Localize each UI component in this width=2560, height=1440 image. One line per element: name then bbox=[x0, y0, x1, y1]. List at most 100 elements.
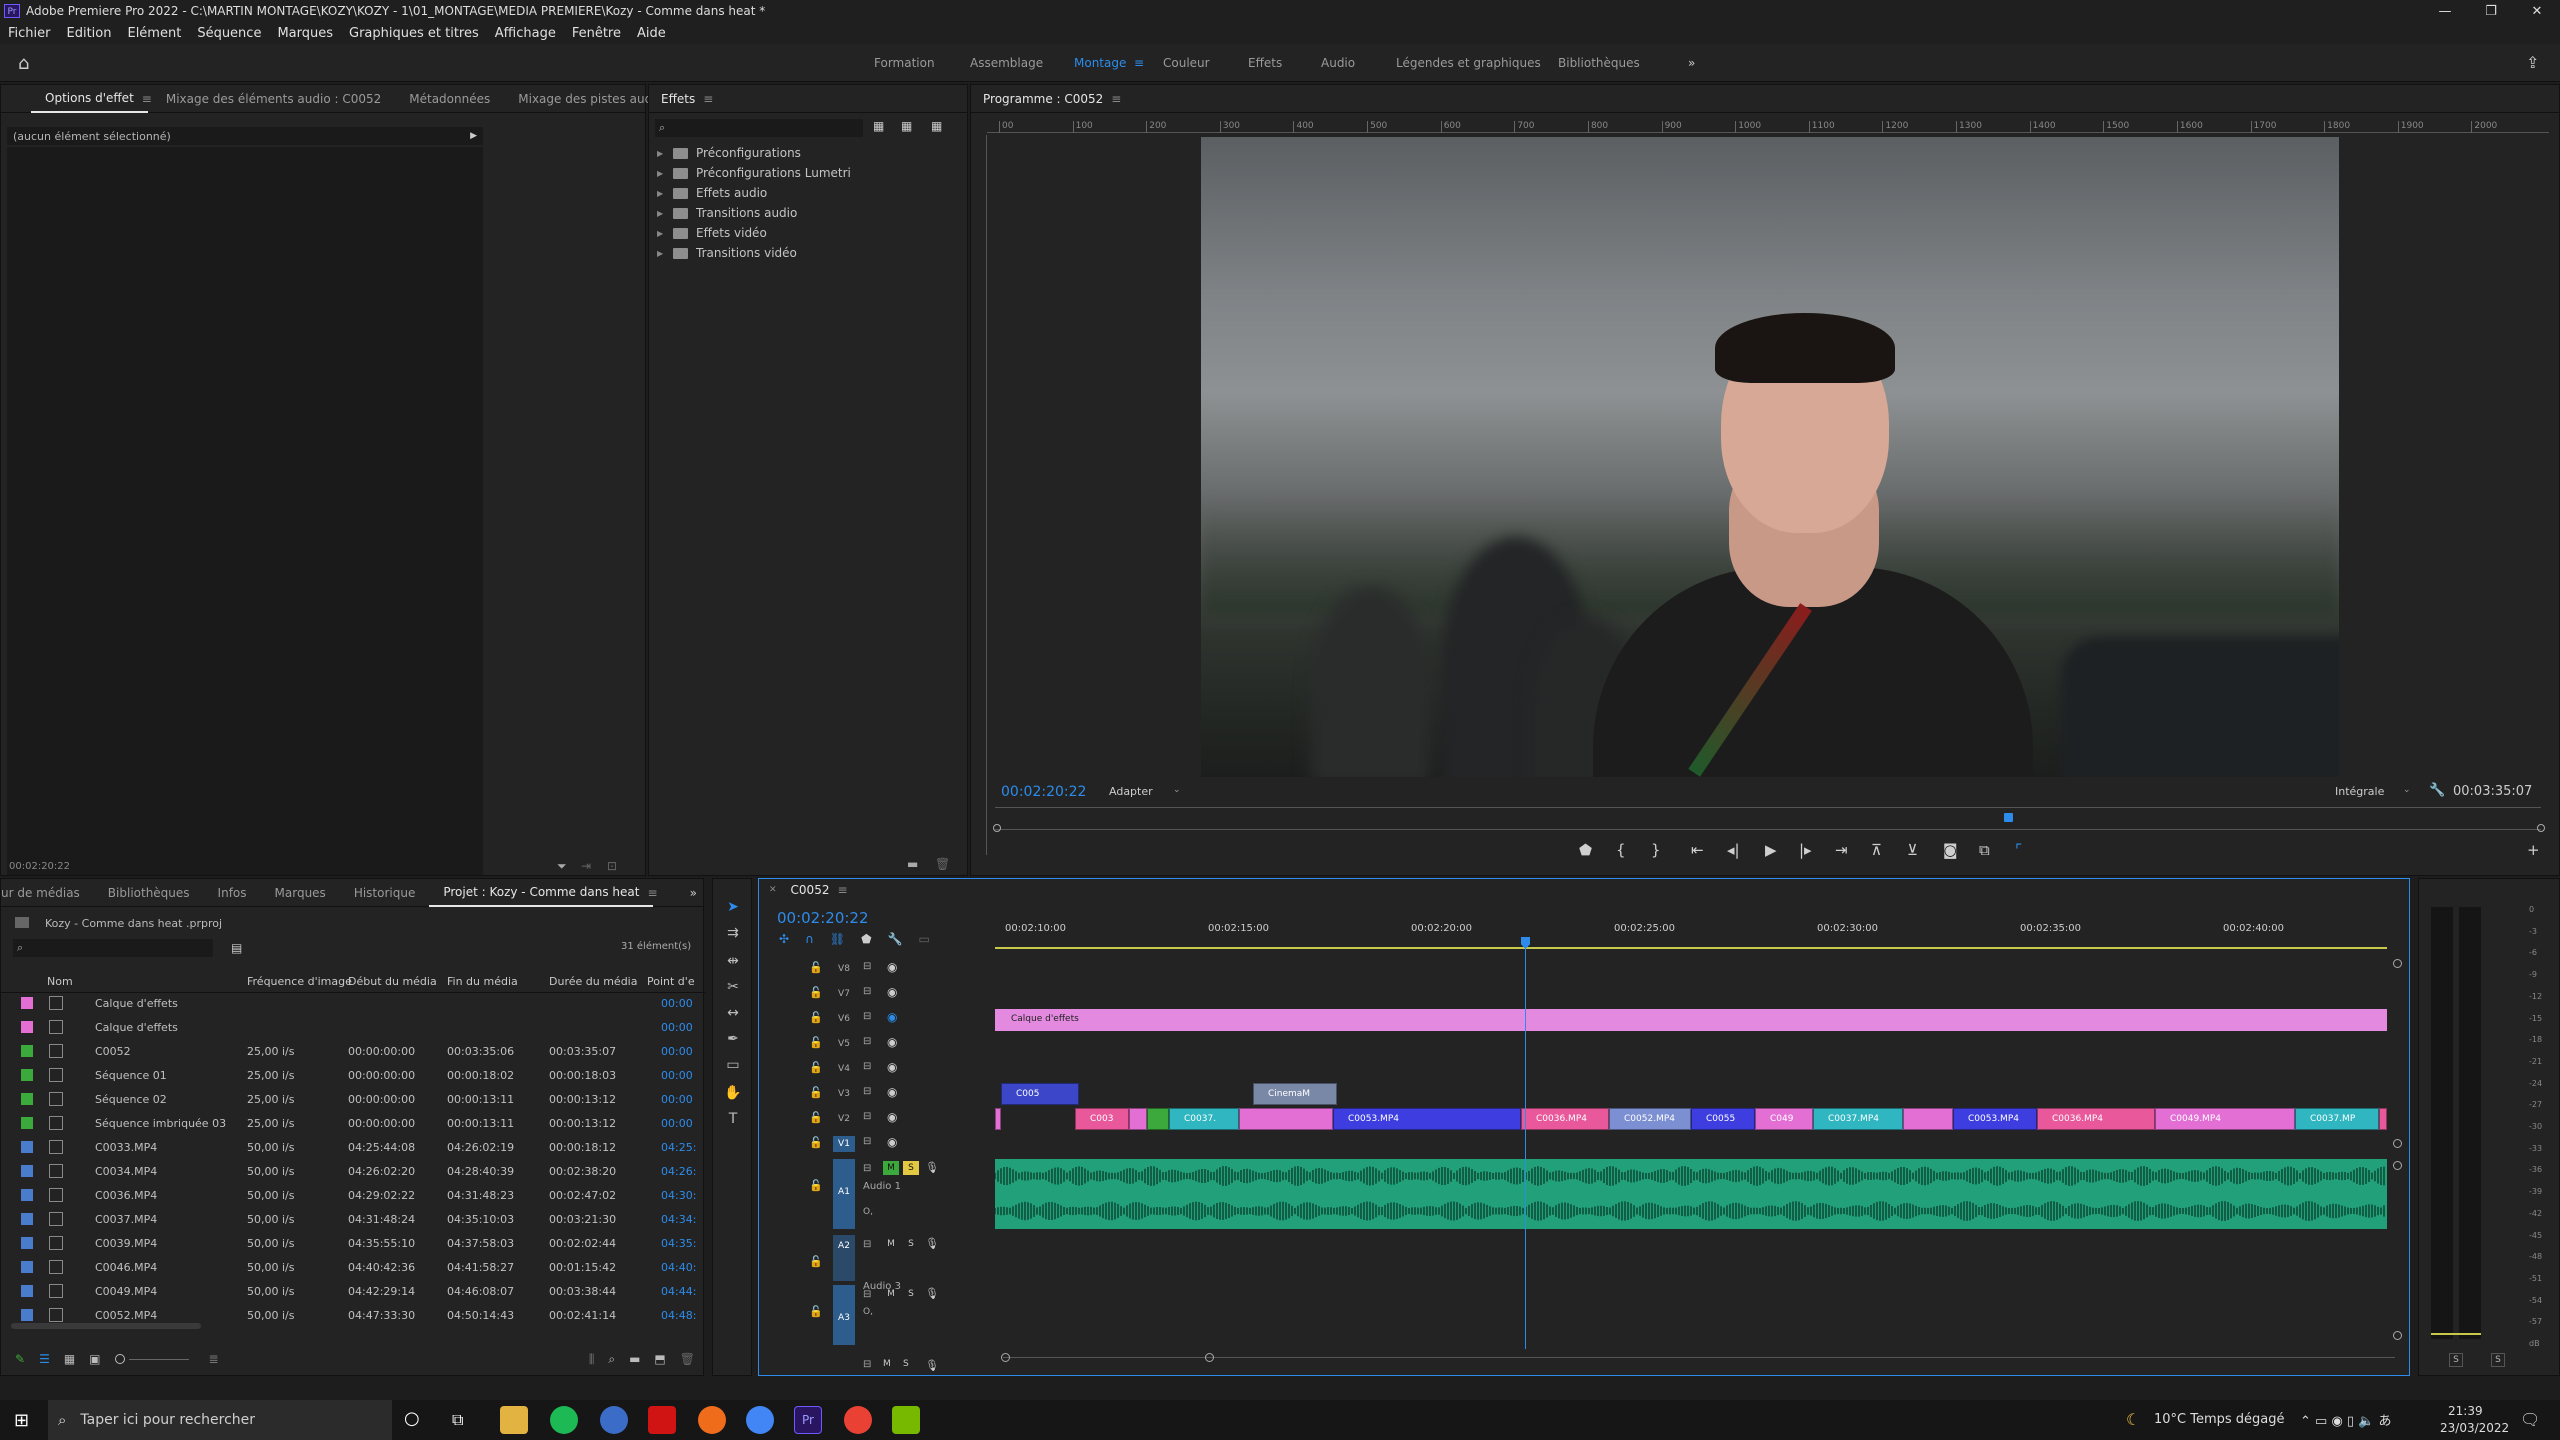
track-lock-icon[interactable]: 🔓 bbox=[809, 1111, 823, 1124]
track-sync-icon[interactable]: ⊟ bbox=[863, 1011, 871, 1022]
project-row[interactable]: C0036.MP4 50,00 i/s 04:29:02:22 04:31:48:23… bbox=[1, 1183, 705, 1207]
menu-sequence[interactable]: Séquence bbox=[189, 26, 269, 41]
vscroll-handle[interactable] bbox=[2393, 1331, 2402, 1340]
microphone-icon[interactable]: 🎙 bbox=[925, 1161, 939, 1174]
track-lock-icon[interactable]: 🔓 bbox=[809, 1036, 823, 1049]
track-name-v2[interactable]: V2 bbox=[833, 1111, 855, 1127]
label-color-swatch[interactable] bbox=[21, 1117, 33, 1129]
microphone-icon[interactable]: 🎙 bbox=[925, 1237, 939, 1250]
horizontal-scrollbar[interactable] bbox=[11, 1323, 201, 1329]
slip-tool-icon[interactable]: ↔ bbox=[723, 1005, 743, 1025]
label-color-swatch[interactable] bbox=[21, 1285, 33, 1297]
playhead-marker[interactable] bbox=[2004, 813, 2013, 822]
add-button-icon[interactable]: + bbox=[2527, 841, 2540, 859]
track-lock-icon[interactable]: 🔓 bbox=[809, 1136, 823, 1149]
clip-v2[interactable]: C0049.MP4 bbox=[2155, 1108, 2295, 1130]
track-name-v8[interactable]: V8 bbox=[833, 961, 855, 977]
workspace-formation[interactable]: Formation bbox=[874, 56, 935, 70]
zoom-handle-right[interactable] bbox=[1205, 1353, 1214, 1362]
work-area-bar[interactable] bbox=[995, 947, 2387, 949]
track-sync-icon[interactable]: ⊟ bbox=[863, 1163, 871, 1174]
track-sync-icon[interactable]: ⊟ bbox=[863, 1359, 871, 1370]
vscroll-handle[interactable] bbox=[2393, 959, 2402, 968]
clip-v2[interactable]: C0036.MP4 bbox=[1521, 1108, 1609, 1130]
eye-icon[interactable]: ◉ bbox=[887, 1135, 897, 1149]
clip-v2-segment[interactable] bbox=[1239, 1108, 1333, 1130]
rectangle-tool-icon[interactable]: ▭ bbox=[723, 1057, 743, 1077]
project-row[interactable]: C0049.MP4 50,00 i/s 04:42:29:14 04:46:08:07… bbox=[1, 1279, 705, 1303]
notification-icon[interactable]: 🗨 bbox=[2520, 1410, 2540, 1429]
lift-icon[interactable]: ⊼ bbox=[1871, 841, 1882, 859]
label-color-swatch[interactable] bbox=[21, 1045, 33, 1057]
track-lock-icon[interactable]: 🔓 bbox=[809, 1179, 823, 1192]
panel-menu-icon[interactable]: ≡ bbox=[142, 92, 152, 106]
solo-left-button[interactable]: S bbox=[2449, 1353, 2463, 1367]
project-row[interactable]: Séquence imbriquée 03 25,00 i/s 00:00:00:0… bbox=[1, 1111, 705, 1135]
firefox-icon[interactable] bbox=[698, 1406, 726, 1434]
clip-v2[interactable]: C003 bbox=[1075, 1108, 1129, 1130]
track-sync-icon[interactable]: ⊟ bbox=[863, 1111, 871, 1122]
label-color-swatch[interactable] bbox=[21, 1165, 33, 1177]
eye-icon[interactable]: ◉ bbox=[887, 1060, 897, 1074]
timeline-playhead[interactable] bbox=[1525, 937, 1526, 1349]
track-lock-icon[interactable]: 🔓 bbox=[809, 1061, 823, 1074]
col-duree[interactable]: Durée du média bbox=[549, 975, 637, 988]
clip-v2-segment[interactable] bbox=[1129, 1108, 1147, 1130]
nest-icon[interactable]: ✣ bbox=[779, 932, 789, 946]
sync-lock-label[interactable]: O, bbox=[863, 1307, 873, 1317]
ripple-edit-icon[interactable]: ⇹ bbox=[723, 953, 743, 973]
workspace-audio[interactable]: Audio bbox=[1321, 56, 1355, 70]
freeform-view-icon[interactable]: ▣ bbox=[89, 1352, 100, 1366]
chrome-icon[interactable] bbox=[746, 1406, 774, 1434]
menu-affichage[interactable]: Affichage bbox=[487, 26, 564, 41]
eye-icon[interactable]: ◉ bbox=[887, 960, 897, 974]
menu-element[interactable]: Elément bbox=[119, 26, 189, 41]
track-sync-icon[interactable]: ⊟ bbox=[863, 1136, 871, 1147]
workspace-assemblage[interactable]: Assemblage bbox=[970, 56, 1043, 70]
track-name-v6[interactable]: V6 bbox=[833, 1011, 855, 1027]
zoom-handle-right[interactable] bbox=[2537, 824, 2545, 832]
track-lock-icon[interactable]: 🔓 bbox=[809, 1255, 823, 1268]
tab-programme[interactable]: Programme : C0052 bbox=[971, 92, 1117, 106]
project-row[interactable]: Séquence 02 25,00 i/s 00:00:00:00 00:00:13:… bbox=[1, 1087, 705, 1111]
clip-v2-segment[interactable] bbox=[1903, 1108, 1953, 1130]
menu-edition[interactable]: Edition bbox=[59, 26, 120, 41]
type-tool-icon[interactable]: T bbox=[723, 1111, 743, 1131]
label-color-swatch[interactable] bbox=[21, 1141, 33, 1153]
label-color-swatch[interactable] bbox=[21, 1213, 33, 1225]
track-sync-icon[interactable]: ⊟ bbox=[863, 1036, 871, 1047]
track-name-v3[interactable]: V3 bbox=[833, 1086, 855, 1102]
col-debut[interactable]: Début du média bbox=[348, 975, 437, 988]
project-row[interactable]: C0039.MP4 50,00 i/s 04:35:55:10 04:37:58:03… bbox=[1, 1231, 705, 1255]
nvidia-icon[interactable] bbox=[892, 1406, 920, 1434]
project-menu-icon[interactable]: ≡ bbox=[647, 886, 657, 900]
workspace-bibliotheques[interactable]: Bibliothèques bbox=[1558, 56, 1640, 70]
track-name-v1[interactable]: V1 bbox=[833, 1136, 855, 1152]
clip-v2-segment[interactable] bbox=[995, 1108, 1001, 1130]
tree-item[interactable]: ▶ Préconfigurations bbox=[657, 143, 957, 163]
loop-icon[interactable]: ⌜ bbox=[2015, 841, 2022, 859]
label-color-swatch[interactable] bbox=[21, 1021, 33, 1033]
automate-icon[interactable]: ⫼ bbox=[589, 1352, 595, 1367]
effects-search-input[interactable]: ⌕ bbox=[655, 119, 863, 137]
cortana-icon[interactable]: ○ bbox=[404, 1408, 420, 1429]
clip-v2[interactable]: C0055 bbox=[1691, 1108, 1755, 1130]
menu-aide[interactable]: Aide bbox=[629, 26, 674, 41]
tab-bibliotheques[interactable]: Bibliothèques bbox=[94, 886, 204, 900]
label-color-swatch[interactable] bbox=[21, 1189, 33, 1201]
vscroll-handle[interactable] bbox=[2393, 1139, 2402, 1148]
pen-tool-icon[interactable]: ✒ bbox=[723, 1031, 743, 1051]
spotify-icon[interactable] bbox=[550, 1406, 578, 1434]
workspace-legendes[interactable]: Légendes et graphiques bbox=[1396, 56, 1541, 70]
eye-icon[interactable]: ◉ bbox=[887, 985, 897, 999]
taskbar-search[interactable]: ⌕ Taper ici pour rechercher bbox=[48, 1400, 392, 1440]
tree-item[interactable]: ▶ Transitions vidéo bbox=[657, 243, 957, 263]
maximize-icon[interactable]: ❐ bbox=[2468, 4, 2514, 19]
fit-dropdown[interactable]: Adapter bbox=[1109, 785, 1153, 798]
list-view-icon[interactable]: ☰ bbox=[39, 1352, 50, 1366]
eye-icon[interactable]: ◉ bbox=[887, 1085, 897, 1099]
write-lock-icon[interactable]: ✎ bbox=[15, 1352, 25, 1366]
zoom-bar[interactable] bbox=[995, 829, 2541, 830]
clock-time[interactable]: 21:39 bbox=[2448, 1404, 2483, 1418]
selection-tool-icon[interactable]: ➤ bbox=[723, 899, 743, 919]
